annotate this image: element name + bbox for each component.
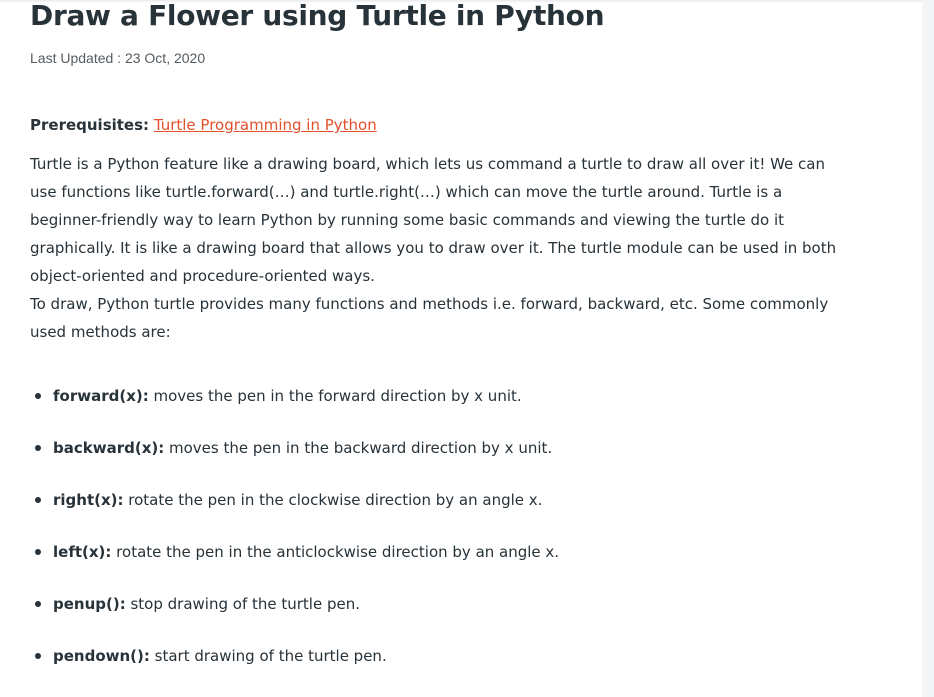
article-body: Turtle is a Python feature like a drawin… [30,150,850,346]
list-item: backward(x): moves the pen in the backwa… [30,434,559,486]
bullet-icon [35,653,41,659]
prerequisites-link[interactable]: Turtle Programming in Python [154,116,377,134]
right-gutter [922,0,934,697]
list-item: right(x): rotate the pen in the clockwis… [30,486,559,538]
method-name: penup(): [53,595,126,613]
prerequisites-label: Prerequisites: [30,116,150,134]
method-name: backward(x): [53,439,165,457]
bullet-icon [35,497,41,503]
list-item: penup(): stop drawing of the turtle pen. [30,590,559,642]
intro-paragraph: Turtle is a Python feature like a drawin… [30,155,837,285]
method-name: forward(x): [53,387,149,405]
method-description: start drawing of the turtle pen. [149,647,387,665]
list-item: pendown(): start drawing of the turtle p… [30,642,559,694]
article-title: Draw a Flower using Turtle in Python [30,0,605,32]
last-updated: Last Updated : 23 Oct, 2020 [30,50,206,66]
method-description: moves the pen in the forward direction b… [148,387,522,405]
methods-list: forward(x): moves the pen in the forward… [30,382,559,694]
list-item: forward(x): moves the pen in the forward… [30,382,559,434]
method-name: pendown(): [53,647,150,665]
method-description: stop drawing of the turtle pen. [125,595,360,613]
bullet-icon [35,445,41,451]
bullet-icon [35,601,41,607]
method-name: left(x): [53,543,112,561]
bullet-icon [35,393,41,399]
method-name: right(x): [53,491,124,509]
bullet-icon [35,549,41,555]
method-description: rotate the pen in the clockwise directio… [123,491,543,509]
method-description: moves the pen in the backward direction … [164,439,553,457]
methods-intro: To draw, Python turtle provides many fun… [30,295,829,341]
article-page: Draw a Flower using Turtle in Python Las… [0,0,922,697]
list-item: left(x): rotate the pen in the anticlock… [30,538,559,590]
prerequisites: Prerequisites: Turtle Programming in Pyt… [30,114,377,136]
method-description: rotate the pen in the anticlockwise dire… [111,543,560,561]
